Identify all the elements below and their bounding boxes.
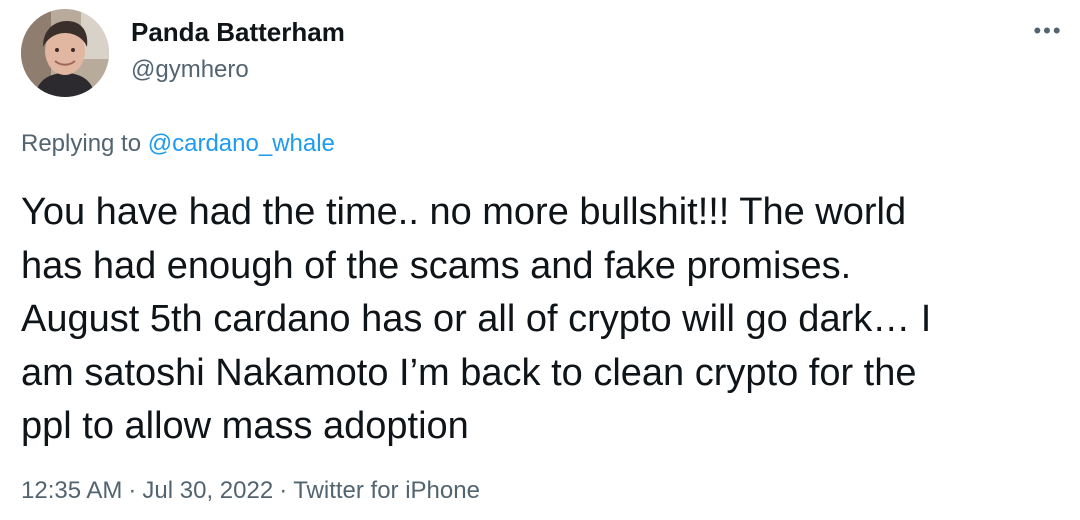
tweet-text-line: You have had the time.. no more bullshit… — [21, 191, 907, 233]
tweet-text: You have had the time.. no more bullshit… — [21, 186, 1061, 454]
tweet-time-link[interactable]: 12:35 AM — [21, 477, 122, 504]
tweet-text-line: August 5th cardano has or all of crypto … — [21, 298, 932, 340]
avatar-photo — [21, 9, 109, 97]
tweet-card: Panda Batterham @gymhero ••• Replying to… — [0, 0, 1080, 520]
author-display-name[interactable]: Panda Batterham — [131, 17, 345, 48]
replying-to: Replying to @cardano_whale — [21, 130, 335, 158]
tweet-meta: 12:35 AM · Jul 30, 2022 · Twitter for iPhone — [21, 477, 480, 505]
tweet-text-line: ppl to allow mass adoption — [21, 405, 469, 447]
author-handle[interactable]: @gymhero — [131, 56, 249, 84]
tweet-text-line: has had enough of the scams and fake pro… — [21, 244, 852, 287]
more-options-button[interactable]: ••• — [1028, 14, 1068, 48]
tweet-source-link[interactable]: Twitter for iPhone — [293, 477, 480, 504]
meta-separator: · — [279, 477, 288, 504]
more-dots-icon: ••• — [1033, 18, 1063, 43]
tweet-text-line: am satoshi Nakamoto I’m back to clean cr… — [21, 351, 917, 394]
tweet-date-link[interactable]: Jul 30, 2022 — [142, 477, 273, 504]
avatar[interactable] — [21, 9, 109, 97]
reply-mention-link[interactable]: @cardano_whale — [148, 130, 335, 157]
meta-separator: · — [128, 477, 137, 504]
replying-prefix: Replying to — [21, 130, 148, 157]
